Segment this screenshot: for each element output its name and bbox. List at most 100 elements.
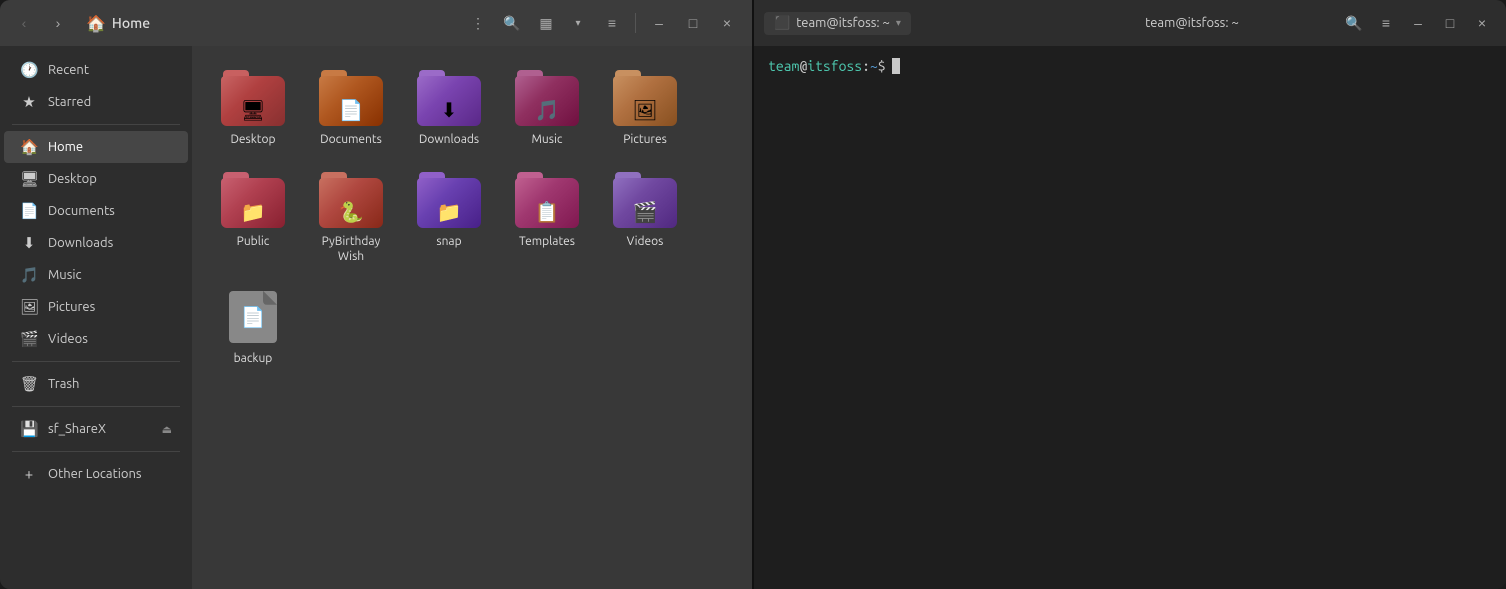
fm-menu-button[interactable]: ⋮ bbox=[463, 8, 493, 38]
terminal-window: ⬛ team@itsfoss: ~ ▾ team@itsfoss: ~ 🔍 ≡ … bbox=[754, 0, 1506, 589]
recent-icon: 🕐 bbox=[20, 61, 38, 79]
file-label-backup: backup bbox=[234, 351, 273, 367]
file-item-templates[interactable]: 📋 Templates bbox=[502, 164, 592, 273]
file-label-public: Public bbox=[237, 234, 270, 250]
term-titlebar: ⬛ team@itsfoss: ~ ▾ team@itsfoss: ~ 🔍 ≡ … bbox=[754, 0, 1506, 46]
term-minimize-button[interactable]: – bbox=[1404, 9, 1432, 37]
folder-icon-pictures: 🖼 bbox=[613, 70, 677, 126]
folder-icon-documents: 📄 bbox=[319, 70, 383, 126]
sidebar-label-starred: Starred bbox=[48, 95, 91, 109]
sidebar-label-other-locations: Other Locations bbox=[48, 467, 142, 481]
back-button[interactable]: ‹ bbox=[10, 9, 38, 37]
sidebar-item-desktop[interactable]: 🖥 Desktop bbox=[4, 163, 188, 195]
file-item-public[interactable]: 📁 Public bbox=[208, 164, 298, 273]
file-label-pybirthday: PyBirthday Wish bbox=[314, 234, 388, 265]
file-item-documents[interactable]: 📄 Documents bbox=[306, 62, 396, 156]
sidebar-label-music: Music bbox=[48, 268, 82, 282]
sidebar-label-recent: Recent bbox=[48, 63, 89, 77]
forward-button[interactable]: › bbox=[44, 9, 72, 37]
eject-button[interactable]: ⏏ bbox=[162, 423, 172, 436]
file-label-videos: Videos bbox=[627, 234, 664, 250]
sf-sharex-icon: 💾 bbox=[20, 420, 38, 438]
sidebar-item-documents[interactable]: 📄 Documents bbox=[4, 195, 188, 227]
term-close-button[interactable]: × bbox=[1468, 9, 1496, 37]
videos-icon: 🎬 bbox=[20, 330, 38, 348]
fm-view-chevron-button[interactable]: ▾ bbox=[563, 8, 593, 38]
sidebar-label-home: Home bbox=[48, 140, 83, 154]
documents-icon: 📄 bbox=[20, 202, 38, 220]
term-host: itsfoss bbox=[807, 58, 862, 74]
sidebar-label-pictures: Pictures bbox=[48, 300, 95, 314]
file-item-music[interactable]: 🎵 Music bbox=[502, 62, 592, 156]
fm-sidebar: 🕐 Recent ★ Starred 🏠 Home 🖥 Desktop bbox=[0, 46, 192, 589]
home-sidebar-icon: 🏠 bbox=[20, 138, 38, 156]
folder-icon-videos: 🎬 bbox=[613, 172, 677, 228]
sidebar-label-desktop: Desktop bbox=[48, 172, 97, 186]
sidebar-label-downloads: Downloads bbox=[48, 236, 113, 250]
term-user: team bbox=[768, 58, 799, 74]
term-menu-button[interactable]: ≡ bbox=[1372, 9, 1400, 37]
sidebar-item-music[interactable]: 🎵 Music bbox=[4, 259, 188, 291]
term-tab-chevron: ▾ bbox=[896, 17, 901, 29]
sidebar-item-trash[interactable]: 🗑 Trash bbox=[4, 368, 188, 400]
folder-icon-downloads: ⬇ bbox=[417, 70, 481, 126]
sidebar-item-other-locations[interactable]: + Other Locations bbox=[4, 458, 188, 489]
term-search-button[interactable]: 🔍 bbox=[1340, 9, 1368, 37]
folder-icon-music: 🎵 bbox=[515, 70, 579, 126]
file-item-videos[interactable]: 🎬 Videos bbox=[600, 164, 690, 273]
pictures-icon: 🖼 bbox=[20, 298, 38, 316]
fm-toolbar-right: ⋮ 🔍 ▦ ▾ ≡ – □ × bbox=[463, 8, 742, 38]
term-maximize-button[interactable]: □ bbox=[1436, 9, 1464, 37]
other-locations-icon: + bbox=[20, 465, 38, 482]
term-prompt-line: team @ itsfoss : ~ $ bbox=[768, 58, 1492, 74]
sidebar-item-downloads[interactable]: ⬇ Downloads bbox=[4, 227, 188, 259]
term-tab-label: team@itsfoss: ~ bbox=[796, 16, 890, 30]
file-item-pybirthday[interactable]: 🐍 PyBirthday Wish bbox=[306, 164, 396, 273]
file-label-desktop: Desktop bbox=[230, 132, 275, 148]
file-item-backup[interactable]: 📄 backup bbox=[208, 281, 298, 375]
file-item-downloads[interactable]: ⬇ Downloads bbox=[404, 62, 494, 156]
sidebar-item-sf-sharex[interactable]: 💾 sf_ShareX ⏏ bbox=[4, 413, 188, 445]
folder-overlay-pictures: 🖼 bbox=[632, 98, 657, 122]
fm-search-button[interactable]: 🔍 bbox=[497, 8, 527, 38]
term-tab-area: ⬛ team@itsfoss: ~ ▾ bbox=[764, 12, 1044, 35]
file-item-snap[interactable]: 📁 snap bbox=[404, 164, 494, 273]
fm-maximize-button[interactable]: □ bbox=[678, 8, 708, 38]
sidebar-item-home[interactable]: 🏠 Home bbox=[4, 131, 188, 163]
fm-minimize-button[interactable]: – bbox=[644, 8, 674, 38]
sidebar-item-recent[interactable]: 🕐 Recent bbox=[4, 54, 188, 86]
doc-icon-backup: 📄 bbox=[241, 305, 266, 329]
term-title-text: team@itsfoss: ~ bbox=[1145, 16, 1239, 30]
folder-icon-pybirthday: 🐍 bbox=[319, 172, 383, 228]
folder-overlay-documents: 📄 bbox=[339, 98, 364, 122]
term-cursor bbox=[892, 58, 900, 74]
sidebar-divider-1 bbox=[12, 124, 180, 125]
file-label-templates: Templates bbox=[519, 234, 575, 250]
folder-overlay-templates: 📋 bbox=[535, 200, 560, 224]
fm-close-button[interactable]: × bbox=[712, 8, 742, 38]
folder-overlay-downloads: ⬇ bbox=[441, 98, 458, 122]
file-doc-shape-backup: 📄 bbox=[229, 291, 277, 343]
sidebar-label-trash: Trash bbox=[48, 377, 79, 391]
sidebar-item-starred[interactable]: ★ Starred bbox=[4, 86, 188, 118]
fm-grid-view-button[interactable]: ▦ bbox=[531, 8, 561, 38]
term-tilde: ~ bbox=[870, 58, 878, 74]
folder-overlay-music: 🎵 bbox=[535, 98, 560, 122]
fm-current-path: Home bbox=[112, 15, 150, 31]
term-content[interactable]: team @ itsfoss : ~ $ bbox=[754, 46, 1506, 589]
term-tab[interactable]: ⬛ team@itsfoss: ~ ▾ bbox=[764, 12, 911, 35]
file-label-pictures: Pictures bbox=[623, 132, 667, 148]
folder-icon-templates: 📋 bbox=[515, 172, 579, 228]
file-item-desktop[interactable]: 🖥 Desktop bbox=[208, 62, 298, 156]
downloads-icon: ⬇ bbox=[20, 234, 38, 252]
sidebar-divider-2 bbox=[12, 361, 180, 362]
folder-icon-snap: 📁 bbox=[417, 172, 481, 228]
fm-list-view-button[interactable]: ≡ bbox=[597, 8, 627, 38]
starred-icon: ★ bbox=[20, 93, 38, 111]
folder-overlay-public: 📁 bbox=[241, 200, 266, 224]
file-item-pictures[interactable]: 🖼 Pictures bbox=[600, 62, 690, 156]
sidebar-item-pictures[interactable]: 🖼 Pictures bbox=[4, 291, 188, 323]
sidebar-item-videos[interactable]: 🎬 Videos bbox=[4, 323, 188, 355]
home-icon: 🏠 bbox=[86, 14, 106, 33]
file-label-snap: snap bbox=[436, 234, 461, 250]
